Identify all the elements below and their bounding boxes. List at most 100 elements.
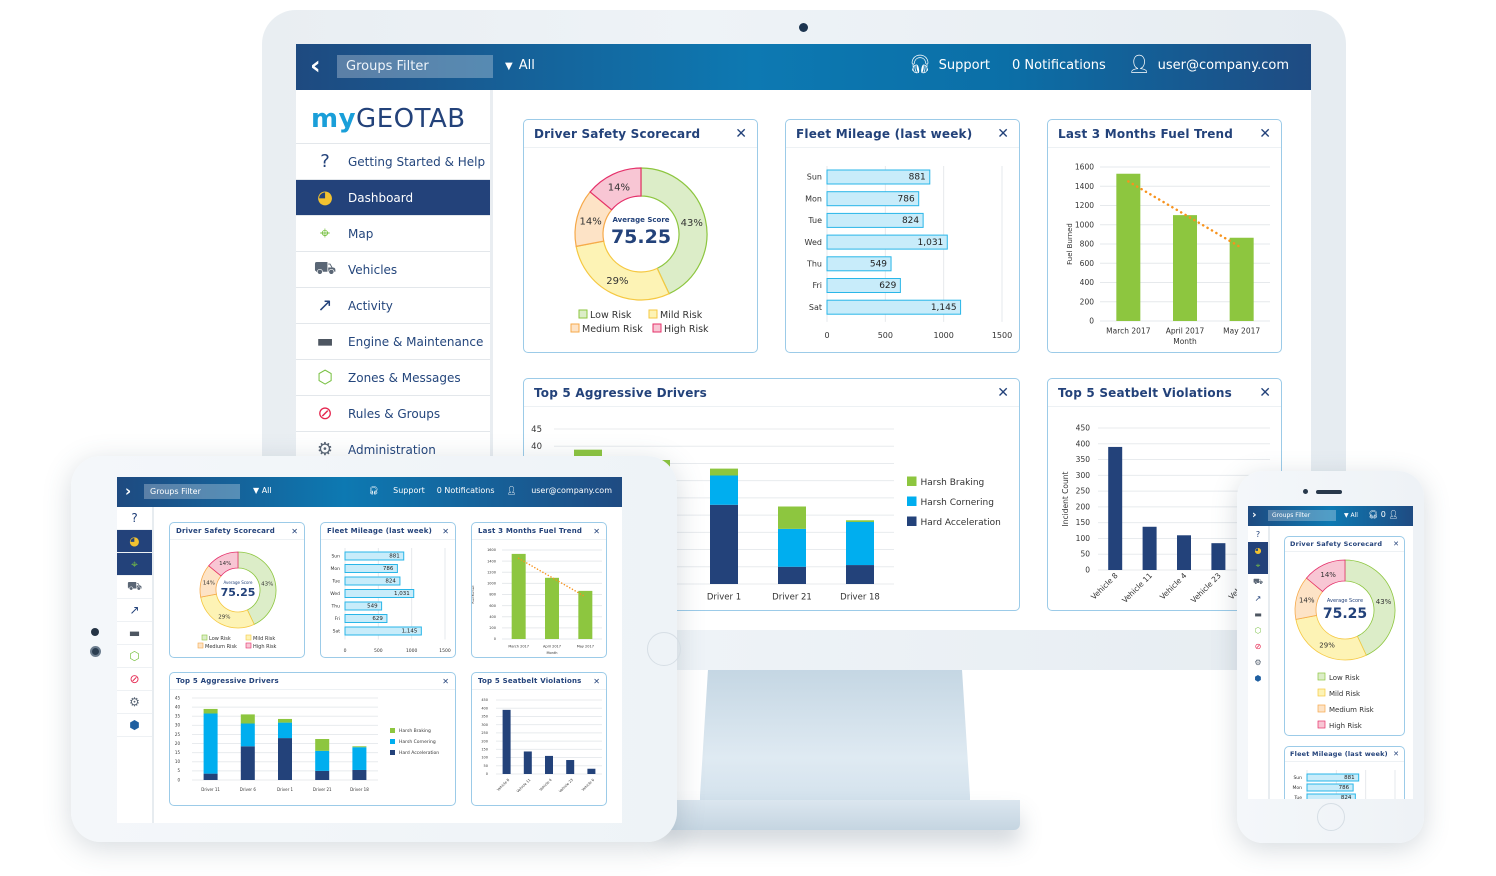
help-icon[interactable]: ?: [1248, 526, 1268, 542]
engine-icon[interactable]: ▬: [117, 622, 152, 645]
headset-icon[interactable]: 🎧︎: [1368, 510, 1378, 519]
bar-value-label: 881: [1344, 775, 1355, 781]
dashboard-pie-icon[interactable]: ◕: [1248, 542, 1268, 558]
close-icon[interactable]: ✕: [442, 527, 449, 536]
expand-chevron-icon[interactable]: ›: [1252, 508, 1257, 521]
sidebar-item-dashboard[interactable]: ◕ Dashboard: [296, 180, 490, 216]
expand-chevron-icon[interactable]: ›: [125, 482, 131, 500]
close-icon[interactable]: ✕: [1259, 385, 1271, 401]
x-tick-label: Vehicle 8: [1089, 571, 1120, 602]
back-chevron-icon[interactable]: ‹: [310, 53, 332, 79]
y-tick-label: 800: [489, 593, 496, 597]
stacked-bar-harsh-braking: [710, 468, 738, 476]
close-icon[interactable]: ✕: [442, 677, 449, 686]
y-tick-label: 200: [1080, 297, 1095, 306]
sidebar-item-zones-messages[interactable]: ⬡ Zones & Messages: [296, 360, 490, 396]
y-tick-label: Tue: [807, 216, 822, 225]
close-icon[interactable]: ✕: [291, 527, 298, 536]
help-icon[interactable]: ?: [117, 507, 152, 530]
close-icon[interactable]: ✕: [1393, 540, 1399, 548]
sidebar-item-getting-started-help[interactable]: ? Getting Started & Help: [296, 144, 490, 180]
legend-label: Hard Acceleration: [921, 518, 1001, 528]
tablet-filter-dropdown[interactable]: ▼ All: [253, 486, 272, 495]
tablet-home-button[interactable]: [647, 632, 681, 666]
sidebar-item-map[interactable]: ⌖ Map: [296, 216, 490, 252]
mygeotab-logo[interactable]: myGEOTAB: [296, 90, 490, 144]
zone-icon: ⬡: [317, 367, 333, 388]
legend-label: Mild Risk: [1329, 690, 1361, 698]
close-icon[interactable]: ✕: [593, 527, 600, 536]
map-icon[interactable]: ⌖: [1248, 558, 1268, 574]
phone-notifications-count[interactable]: 0: [1381, 510, 1386, 519]
logo-brand: GEOTAB: [356, 104, 466, 134]
gear-icon[interactable]: ⚙: [117, 691, 152, 714]
close-icon[interactable]: ✕: [997, 385, 1009, 401]
sidebar-item-activity[interactable]: ↗ Activity: [296, 288, 490, 324]
x-tick-label: 500: [878, 331, 893, 340]
legend-swatch: [197, 642, 204, 649]
stacked-bar-harsh-braking: [278, 718, 292, 723]
x-tick-label: 1000: [933, 331, 953, 340]
location-pin-icon[interactable]: ⬢: [117, 714, 152, 737]
close-icon[interactable]: ✕: [593, 677, 600, 686]
y-tick-label: Wed: [330, 591, 340, 597]
zone-icon[interactable]: ⬡: [117, 645, 152, 668]
tablet-groups-filter[interactable]: Groups Filter: [144, 484, 240, 499]
y-tick-label: 450: [481, 698, 488, 702]
truck-icon[interactable]: ⛟: [1248, 574, 1268, 590]
slice-label: 14%: [219, 561, 231, 567]
close-icon[interactable]: ✕: [1393, 750, 1399, 758]
sidebar-item-engine-maintenance[interactable]: ▬ Engine & Maintenance: [296, 324, 490, 360]
prohibited-icon[interactable]: ⊘: [117, 668, 152, 691]
y-tick-label: Wed: [805, 238, 822, 247]
sidebar-item-vehicles[interactable]: ⛟ Vehicles: [296, 252, 490, 288]
phone-groups-filter[interactable]: Groups Filter: [1268, 510, 1336, 521]
zone-icon[interactable]: ⬡: [1248, 622, 1268, 638]
tablet-aggressive-chart: 0 5 10 15 20 25 30 35 40 45 Driver 11 Driver 6 Drive…: [175, 695, 439, 792]
gear-icon[interactable]: ⚙: [1248, 654, 1268, 670]
tablet-user-menu[interactable]: 👤︎ user@company.com: [506, 486, 612, 495]
y-tick-label: 150: [1076, 518, 1091, 527]
tablet-aggressive-widget: Top 5 Aggressive Drivers ✕ 0 5 10 15 20 25 30 35…: [169, 672, 456, 806]
stacked-bar-hard-acceleration: [846, 565, 874, 584]
location-pin-icon[interactable]: ⬢: [1248, 670, 1268, 686]
tablet-support-link[interactable]: 🎧︎ Support: [368, 486, 424, 495]
groups-filter-dropdown[interactable]: ▼ All: [505, 58, 535, 73]
y-tick-label: 1200: [1075, 201, 1094, 210]
dashboard-pie-icon[interactable]: ◕: [117, 530, 152, 553]
groups-filter-input[interactable]: [337, 55, 493, 78]
widget-title: Top 5 Aggressive Drivers: [176, 677, 279, 685]
y-tick-label: 250: [481, 731, 488, 735]
engine-icon[interactable]: ▬: [1248, 606, 1268, 622]
user-icon[interactable]: 👤︎: [1388, 510, 1398, 519]
x-tick-label: Vehicle 6: [581, 778, 595, 792]
phone-home-button[interactable]: [1317, 803, 1345, 831]
close-icon[interactable]: ✕: [1259, 126, 1271, 142]
notifications-link[interactable]: 0 Notifications: [1012, 58, 1106, 73]
stacked-bar-harsh-cornering: [203, 713, 218, 774]
phone-screen: › Groups Filter ▼ All 🎧︎ 0 👤︎ ? ◕ ⌖ ⛟ ↗ ▬ ⬡ ⊘ ⚙ ⬢…: [1248, 506, 1413, 799]
prohibited-icon[interactable]: ⊘: [1248, 638, 1268, 654]
y-tick-label: 200: [1076, 502, 1091, 511]
sidebar-item-rules-groups[interactable]: ⊘ Rules & Groups: [296, 396, 490, 432]
tablet-notifications-link[interactable]: 0 Notifications: [437, 486, 495, 495]
activity-chart-icon[interactable]: ↗: [117, 599, 152, 622]
activity-chart-icon[interactable]: ↗: [1248, 590, 1268, 606]
legend-label: High Risk: [664, 324, 709, 335]
driver-safety-scorecard-widget: Driver Safety Scorecard ✕ 43% 29% 14% 14% Ave…: [523, 119, 758, 353]
average-score-label: Average Score: [224, 580, 253, 585]
truck-icon[interactable]: ⛟: [117, 576, 152, 599]
average-score-label: Average Score: [612, 216, 669, 224]
monitor-camera: [799, 23, 808, 32]
y-axis-title: Fuel Burned: [472, 585, 475, 603]
support-link[interactable]: 🎧︎ Support: [909, 56, 990, 74]
user-menu[interactable]: 👤︎ user@company.com: [1128, 56, 1289, 74]
phone-speaker: [1316, 490, 1342, 494]
y-tick-label: Fri: [335, 616, 340, 622]
map-icon[interactable]: ⌖: [117, 553, 152, 576]
phone-filter-dropdown[interactable]: ▼ All: [1344, 512, 1358, 519]
x-tick-label: 0: [344, 648, 347, 654]
close-icon[interactable]: ✕: [997, 126, 1009, 142]
seatbelt-bar: [523, 751, 532, 774]
close-icon[interactable]: ✕: [735, 126, 747, 142]
